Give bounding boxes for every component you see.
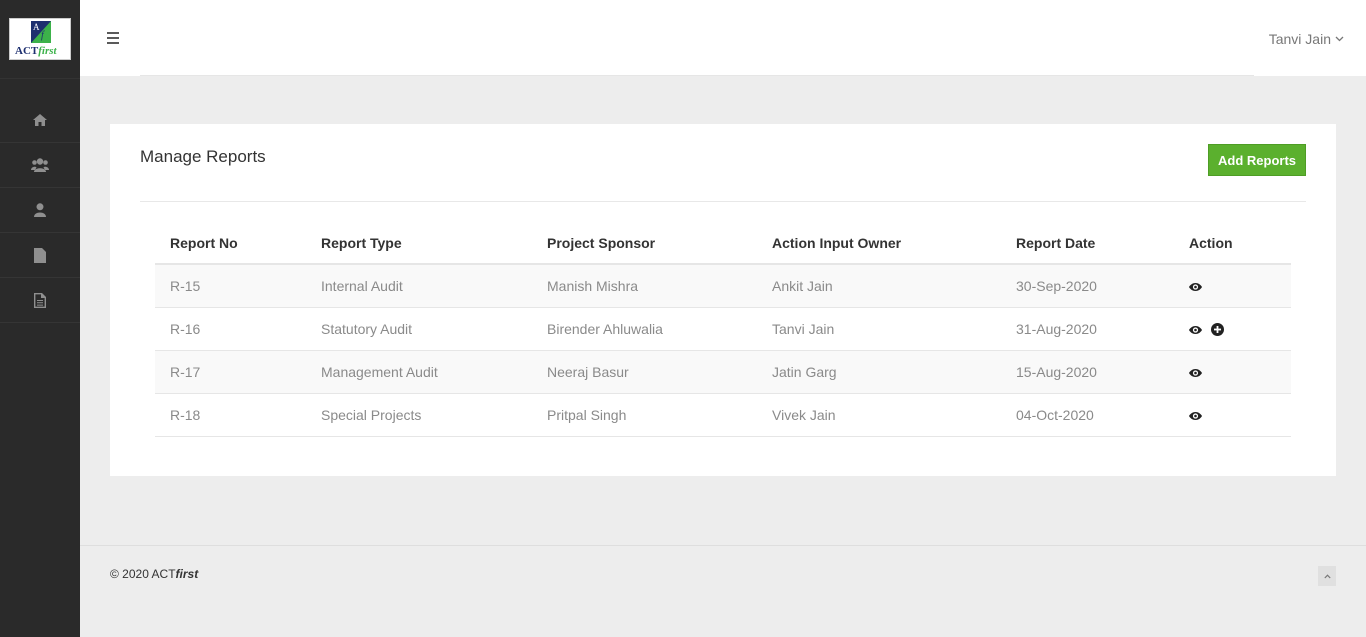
report-no-cell: R-18 (155, 393, 306, 437)
add-reports-button[interactable]: Add Reports (1208, 144, 1306, 176)
report-type-cell: Management Audit (306, 350, 532, 394)
logo-text: ACTfirst (15, 45, 57, 57)
action-cell (1174, 393, 1291, 437)
report-date-cell: 30-Sep-2020 (1001, 264, 1174, 308)
column-header-report-no: Report No (155, 222, 306, 265)
chevron-up-icon (1323, 573, 1331, 578)
reports-table: Report No Report Type Project Sponsor Ac… (155, 222, 1291, 437)
hamburger-menu-icon[interactable] (107, 32, 119, 44)
report-date-cell: 15-Aug-2020 (1001, 350, 1174, 394)
table-row: R-15 Internal Audit Manish Mishra Ankit … (155, 264, 1291, 308)
view-icon[interactable] (1189, 368, 1202, 377)
sidebar-item-home[interactable] (0, 98, 80, 143)
action-input-owner-cell: Vivek Jain (757, 393, 1001, 437)
table-header-row: Report No Report Type Project Sponsor Ac… (155, 222, 1291, 265)
users-icon (31, 158, 49, 172)
action-input-owner-cell: Ankit Jain (757, 264, 1001, 308)
report-date-cell: 31-Aug-2020 (1001, 307, 1174, 351)
report-no-cell: R-15 (155, 264, 306, 308)
logo-mark-icon: A f (31, 21, 51, 43)
column-header-report-type: Report Type (306, 222, 532, 265)
sidebar-item-profile[interactable] (0, 188, 80, 233)
view-icon[interactable] (1189, 325, 1202, 334)
report-no-cell: R-17 (155, 350, 306, 394)
project-sponsor-cell: Neeraj Basur (532, 350, 757, 394)
project-sponsor-cell: Pritpal Singh (532, 393, 757, 437)
user-icon (34, 203, 46, 217)
home-icon (33, 114, 47, 126)
view-icon[interactable] (1189, 411, 1202, 420)
card-divider (140, 201, 1306, 202)
table-row: R-18 Special Projects Pritpal Singh Vive… (155, 393, 1291, 437)
sidebar-nav (0, 98, 80, 323)
table-row: R-16 Statutory Audit Birender Ahluwalia … (155, 307, 1291, 351)
file-icon (34, 247, 46, 263)
action-cell (1174, 264, 1291, 308)
column-header-action-input-owner: Action Input Owner (757, 222, 1001, 265)
user-name: Tanvi Jain (1268, 31, 1331, 47)
chevron-down-icon (1335, 36, 1344, 42)
sidebar: A f ACTfirst (0, 0, 80, 637)
page-title: Manage Reports (140, 147, 266, 166)
sidebar-divider (0, 78, 80, 79)
app-logo[interactable]: A f ACTfirst (9, 18, 71, 60)
sidebar-item-documents[interactable] (0, 233, 80, 278)
add-circle-icon[interactable] (1211, 323, 1224, 336)
user-menu[interactable]: Tanvi Jain (1269, 31, 1344, 47)
report-type-cell: Statutory Audit (306, 307, 532, 351)
column-header-report-date: Report Date (1001, 222, 1174, 265)
action-cell (1174, 307, 1291, 351)
view-icon[interactable] (1189, 282, 1202, 291)
footer-divider (80, 545, 1366, 546)
top-bar: Tanvi Jain (80, 0, 1366, 76)
copyright-text: © 2020 ACTfirst (110, 567, 199, 581)
action-input-owner-cell: Tanvi Jain (757, 307, 1001, 351)
action-input-owner-cell: Jatin Garg (757, 350, 1001, 394)
project-sponsor-cell: Birender Ahluwalia (532, 307, 757, 351)
table-row: R-17 Management Audit Neeraj Basur Jatin… (155, 350, 1291, 394)
project-sponsor-cell: Manish Mishra (532, 264, 757, 308)
sidebar-item-users[interactable] (0, 143, 80, 188)
sidebar-item-reports[interactable] (0, 278, 80, 323)
reports-card: Manage Reports Add Reports Report No Rep… (110, 124, 1336, 476)
column-header-project-sponsor: Project Sponsor (532, 222, 757, 265)
action-cell (1174, 350, 1291, 394)
report-no-cell: R-16 (155, 307, 306, 351)
scroll-to-top-button[interactable] (1318, 566, 1336, 586)
column-header-action: Action (1174, 222, 1291, 265)
report-type-cell: Special Projects (306, 393, 532, 437)
header-divider (140, 75, 1254, 76)
report-type-cell: Internal Audit (306, 264, 532, 308)
file-text-icon (34, 292, 46, 308)
report-date-cell: 04-Oct-2020 (1001, 393, 1174, 437)
